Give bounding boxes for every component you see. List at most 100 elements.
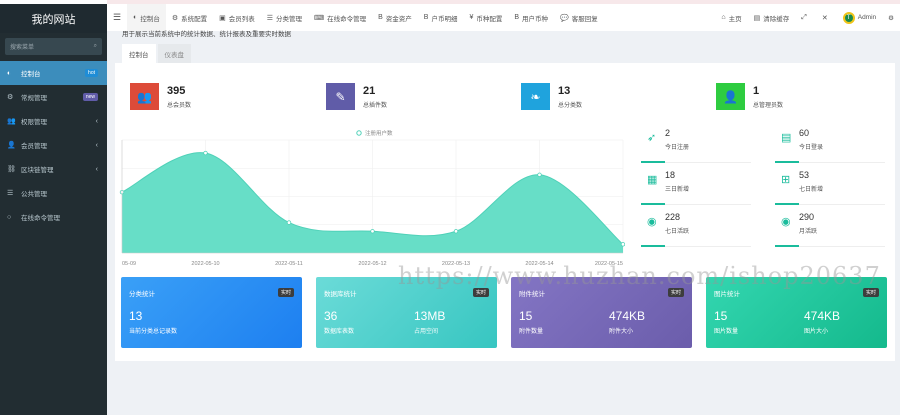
stat-value: 21 (363, 84, 376, 97)
stat-label: 总管理员数 (753, 102, 784, 109)
card-label-1: 数据库表数 (324, 329, 355, 335)
sidebar: 我的网站 搜索菜单 ⌕ ◐ 控制台 hot ⚙ 常规管理 new 👥 权限管理 ‹ 👤 会员管理 ‹ ⛓… (0, 0, 107, 415)
mini-stat-value: 18 (665, 170, 676, 180)
sidebar-item-label: 在线命令管理 (21, 215, 60, 222)
card-title: 分类统计 (129, 291, 155, 298)
group-icon: 👥 (7, 118, 16, 125)
stat-box: ❧ 13 总分类数 (521, 83, 582, 110)
topbar-action-2[interactable]: ⤢ (795, 4, 816, 31)
search-input[interactable]: 搜索菜单 (10, 42, 34, 51)
stat-label: 总会员数 (167, 102, 192, 109)
stat-box: 👤 1 总管理员数 (716, 83, 783, 110)
sidebar-search[interactable]: 搜索菜单 ⌕ (5, 38, 102, 55)
bitcoin-icon: B (514, 14, 520, 21)
card-title: 数据库统计 (324, 291, 357, 298)
user-circle-icon: ◉ (647, 216, 657, 228)
topbar-tab-1[interactable]: ⚙ 系统配置 (166, 4, 213, 31)
topbar-action-label: 主页 (728, 15, 742, 23)
sidebar-badge: new (82, 93, 98, 101)
register-chart: 05-09 2022-05-10 2022-05-11 2022-05-12 2022-… (119, 129, 625, 267)
sidebar-item-4[interactable]: ⛓ 区块链管理 ‹ (0, 157, 107, 181)
topbar-tab-2[interactable]: ▣ 会员列表 (213, 4, 261, 31)
card-value-1: 13 (129, 309, 143, 323)
mini-stat-bar (775, 203, 799, 205)
user-icon: 👤 (7, 142, 16, 149)
users-icon: 👥 (130, 83, 159, 110)
topbar-tab-0[interactable]: ◐ 控制台 (127, 4, 166, 31)
sidebar-item-0[interactable]: ◐ 控制台 hot (0, 61, 107, 85)
data-point[interactable] (370, 229, 375, 234)
stat-box: ✎ 21 总插件数 (326, 83, 387, 110)
mini-stat: ⊞ 53 七日新增 (775, 167, 885, 205)
topbar-tab-label: 控制台 (140, 15, 160, 23)
legend-marker[interactable] (356, 130, 362, 136)
data-point[interactable] (203, 150, 208, 156)
sidebar-item-2[interactable]: 👥 权限管理 ‹ (0, 109, 107, 133)
sidebar-item-6[interactable]: ○ 在线命令管理 (0, 205, 107, 229)
mini-stat-bar (775, 161, 799, 163)
user-icon: 👤 (716, 83, 745, 110)
mini-stat-label: 今日登录 (799, 145, 824, 151)
bitcoin-icon: B (378, 14, 383, 21)
sidebar-item-5[interactable]: ☰ 公共管理 (0, 181, 107, 205)
card-value-1: 15 (519, 309, 533, 323)
cogs-icon: ⚙ (171, 14, 179, 22)
topbar-tab-9[interactable]: 💬 客服回复 (554, 4, 604, 31)
topbar-tab-5[interactable]: B 资金资产 (372, 4, 418, 31)
dashboard-panel: 👥 395 总会员数 ✎ 21 总插件数 ❧ 13 总分类数 👤 1 总管理员数 05-09 2022-… (115, 63, 895, 361)
topbar-tab-4[interactable]: ⌨ 在线命令管理 (308, 4, 372, 31)
logo[interactable]: 我的网站 (0, 0, 107, 33)
topbar-action-1[interactable]: ▤ 清除缓存 (748, 4, 796, 31)
mini-stat-label: 今日注册 (665, 145, 690, 151)
mini-stat-label: 月活跃 (799, 229, 818, 235)
user-menu[interactable]: T Admin (837, 4, 882, 31)
topbar-tab-label: 户币明细 (431, 15, 458, 23)
topbar-tab-label: 资金资产 (385, 15, 412, 23)
card-value-1: 15 (714, 309, 728, 323)
topbar-tab-3[interactable]: ☰ 分类管理 (261, 4, 308, 31)
card-value-2: 474KB (609, 309, 646, 323)
list-icon: ☰ (266, 14, 273, 22)
tab-0[interactable]: 控制台 (122, 44, 156, 63)
topbar-action-0[interactable]: ⌂ 主页 (715, 4, 747, 31)
data-point[interactable] (537, 172, 542, 177)
stat-box: 👥 395 总会员数 (130, 83, 191, 110)
mini-stat-label: 七日活跃 (665, 229, 690, 235)
sidebar-item-3[interactable]: 👤 会员管理 ‹ (0, 133, 107, 157)
circle-icon: ○ (7, 213, 12, 221)
mini-stat: ◉ 290 月活跃 (775, 209, 885, 247)
sidebar-menu: ◐ 控制台 hot ⚙ 常规管理 new 👥 权限管理 ‹ 👤 会员管理 ‹ ⛓ 区块链管理 ‹ ☰ 公共管理 ○… (0, 61, 107, 229)
data-point[interactable] (620, 242, 625, 247)
cogs-icon: ⚙ (7, 94, 14, 101)
leaf-icon: ❧ (521, 83, 550, 110)
data-point[interactable] (286, 220, 292, 225)
card-badge: 实时 (277, 288, 294, 297)
settings-gear-icon[interactable]: ⚙ (882, 4, 900, 31)
tab-1[interactable]: 仪表盘 (157, 44, 191, 63)
topbar-tab-8[interactable]: B 用户币种 (508, 4, 554, 31)
topbar-tab-7[interactable]: ¥ 币种配置 (463, 4, 508, 31)
home-icon: ⌂ (721, 14, 726, 21)
menu-toggle-icon[interactable]: ☰ (107, 4, 127, 31)
topbar-action-3[interactable]: ✕ (816, 4, 837, 31)
data-point[interactable] (453, 229, 459, 234)
mini-stat-value: 53 (799, 170, 810, 180)
mini-stat-value: 290 (799, 212, 815, 222)
comment-icon: 💬 (560, 14, 569, 22)
topbar-tab-label: 分类管理 (276, 15, 302, 23)
topbar-tab-label: 会员列表 (228, 15, 255, 23)
search-icon[interactable]: ⌕ (94, 43, 97, 50)
sidebar-item-1[interactable]: ⚙ 常规管理 new (0, 85, 107, 109)
id-card-icon: ▣ (219, 14, 226, 22)
dashboard-icon: ◐ (133, 14, 138, 21)
sidebar-item-label: 常规管理 (21, 95, 47, 102)
card-label-1: 图片数量 (714, 329, 739, 335)
mini-stat-bar (641, 203, 665, 205)
sidebar-item-label: 会员管理 (21, 143, 47, 150)
rocket-icon: ➶ (647, 132, 657, 144)
mini-stat-bar (775, 245, 799, 247)
vcard-icon: ▤ (781, 132, 792, 144)
watermark: https://www.huzhan.com/ishop20637 (398, 262, 881, 290)
topbar-tab-6[interactable]: B 户币明细 (418, 4, 464, 31)
chain-icon: ⛓ (7, 166, 16, 173)
